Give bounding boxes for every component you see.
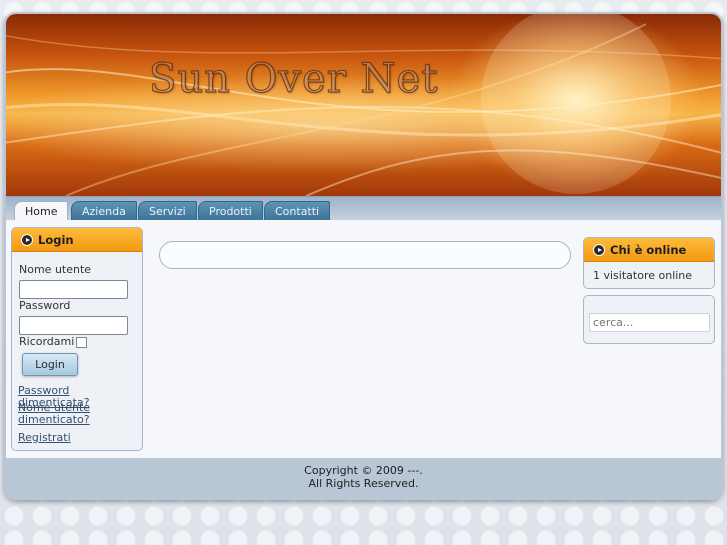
copyright-text: Copyright © 2009 ---. [304,464,423,477]
page-frame: Sun Over Net Home Azienda Servizi Prodot… [4,12,723,500]
who-online-title: Chi è online [610,243,687,257]
site-title: Sun Over Net [148,55,439,102]
header-banner: Sun Over Net [6,14,721,196]
main-content: Login Nome utente Password Ricordami Log… [6,220,721,458]
password-label: Password [19,299,71,312]
tab-azienda[interactable]: Azienda [71,201,137,221]
tab-servizi[interactable]: Servizi [138,201,197,221]
rights-text: All Rights Reserved. [308,477,419,490]
who-online-header: Chi è online [584,238,714,262]
footer: Copyright © 2009 ---. All Rights Reserve… [6,458,721,498]
forgot-username-link[interactable]: Nome utente dimenticato? [18,402,98,426]
username-label: Nome utente [19,263,92,276]
tab-prodotti[interactable]: Prodotti [198,201,263,221]
login-module: Login Nome utente Password Ricordami Log… [11,227,143,451]
password-input[interactable] [19,316,128,335]
login-button[interactable]: Login [22,353,78,376]
remember-label: Ricordami [19,335,75,348]
bullet-arrow-icon [21,234,33,246]
who-online-module: Chi è online 1 visitatore online [583,237,715,289]
search-module [583,295,715,344]
username-input[interactable] [19,280,128,299]
tab-contatti[interactable]: Contatti [264,201,331,221]
login-title: Login [38,233,74,247]
search-input[interactable] [589,313,710,332]
tab-home[interactable]: Home [14,201,69,222]
login-header: Login [12,228,142,252]
bullet-arrow-icon [593,244,605,256]
banner-light-streaks [6,14,721,196]
register-link[interactable]: Registrati [18,432,71,444]
main-nav: Home Azienda Servizi Prodotti Contatti [6,196,721,222]
remember-checkbox[interactable] [76,337,87,348]
visitors-online-text: 1 visitatore online [593,269,693,282]
main-content-box [159,241,571,269]
